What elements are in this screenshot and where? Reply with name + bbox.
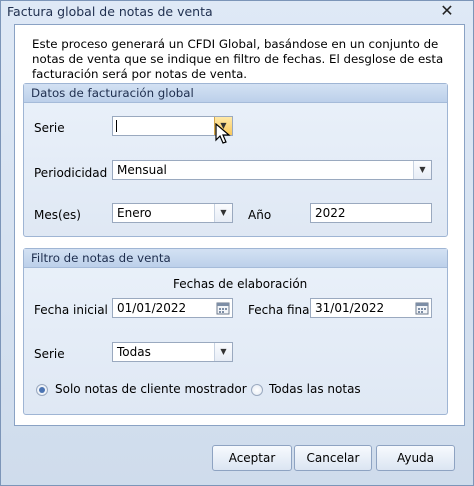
periodicidad-value: Mensual — [117, 163, 167, 177]
chevron-down-icon[interactable]: ▼ — [214, 343, 232, 361]
radio-todas-label[interactable]: Todas las notas — [269, 382, 361, 396]
filter-group-title: Filtro de notas de venta — [31, 251, 171, 265]
serie-label: Serie — [34, 121, 65, 135]
chevron-down-icon[interactable]: ▼ — [214, 204, 232, 222]
anio-value: 2022 — [315, 206, 346, 220]
filter-serie-label: Serie — [34, 347, 65, 361]
billing-group-header: Datos de facturación global — [24, 84, 447, 103]
filter-group-header: Filtro de notas de venta — [24, 249, 447, 268]
chevron-down-icon[interactable]: ▼ — [413, 161, 431, 179]
title-bar[interactable]: Factura global de notas de venta ✕ — [1, 1, 473, 23]
radio-mostrador-label[interactable]: Solo notas de cliente mostrador — [55, 382, 247, 396]
text-caret — [116, 120, 117, 132]
process-description: Este proceso generará un CFDI Global, ba… — [32, 37, 444, 81]
window-title: Factura global de notas de venta — [7, 4, 213, 19]
fecha-inicial-value: 01/01/2022 — [117, 301, 187, 315]
dates-heading: Fechas de elaboración — [173, 277, 308, 291]
mes-value: Enero — [117, 206, 152, 220]
fecha-inicial-input[interactable]: 01/01/2022 — [112, 298, 233, 318]
mes-select[interactable]: Enero ▼ — [112, 203, 233, 223]
aceptar-button[interactable]: Aceptar — [212, 445, 292, 471]
mes-label: Mes(es) — [34, 208, 81, 222]
mouse-pointer-icon — [215, 123, 231, 144]
fecha-final-value: 31/01/2022 — [315, 301, 385, 315]
billing-group-title: Datos de facturación global — [31, 86, 194, 100]
periodicidad-select[interactable]: Mensual ▼ — [112, 160, 432, 180]
periodicidad-label: Periodicidad — [34, 166, 108, 180]
dialog-window: Factura global de notas de venta ✕ Este … — [0, 0, 474, 486]
anio-input[interactable]: 2022 — [310, 203, 432, 223]
anio-label: Año — [248, 208, 272, 222]
close-icon[interactable]: ✕ — [435, 3, 459, 19]
filter-serie-select[interactable]: Todas ▼ — [112, 342, 233, 362]
fecha-inicial-label: Fecha inicial — [34, 303, 108, 317]
fecha-final-label: Fecha final — [248, 303, 313, 317]
calendar-icon[interactable] — [414, 300, 430, 316]
ayuda-button[interactable]: Ayuda — [376, 445, 455, 471]
calendar-icon[interactable] — [215, 300, 231, 316]
radio-mostrador[interactable] — [36, 384, 48, 396]
fecha-final-input[interactable]: 31/01/2022 — [310, 298, 432, 318]
radio-todas[interactable] — [251, 384, 263, 396]
cancelar-button[interactable]: Cancelar — [294, 445, 372, 471]
filter-serie-value: Todas — [117, 345, 151, 359]
